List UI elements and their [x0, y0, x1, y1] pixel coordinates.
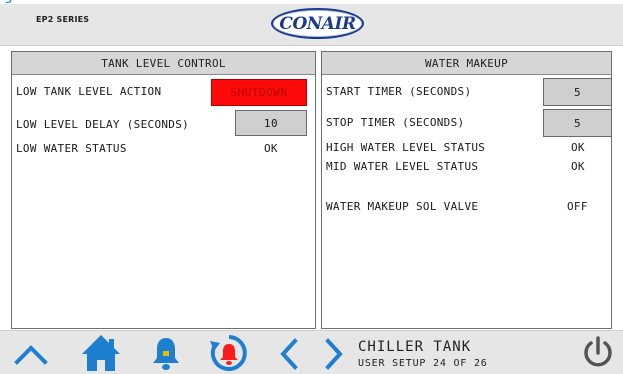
high-water-level-status-label: HIGH WATER LEVEL STATUS	[326, 141, 486, 154]
panel-title: TANK LEVEL CONTROL	[12, 52, 315, 75]
alarm-history-icon[interactable]	[208, 333, 250, 373]
mid-water-level-status-value: OK	[571, 160, 585, 173]
screen-title: CHILLER TANK	[358, 339, 472, 355]
low-level-delay-label: LOW LEVEL DELAY (SECONDS)	[16, 118, 190, 131]
stop-timer-label: STOP TIMER (SECONDS)	[326, 116, 465, 129]
low-water-status-value: OK	[264, 142, 278, 155]
series-label: EP2 SERIES	[36, 15, 90, 24]
power-icon[interactable]	[581, 335, 615, 371]
water-makeup-panel: WATER MAKEUP START TIMER (SECONDS) 5 STO…	[321, 51, 612, 329]
chevron-left-icon[interactable]	[278, 338, 300, 370]
chevron-up-icon[interactable]	[13, 342, 49, 366]
low-tank-level-action-label: LOW TANK LEVEL ACTION	[16, 85, 162, 98]
low-level-delay-input[interactable]: 10	[235, 110, 307, 136]
water-makeup-sol-valve-value: OFF	[567, 200, 588, 213]
top-title-fragment: g	[4, 0, 623, 3]
tank-level-control-panel: TANK LEVEL CONTROL LOW TANK LEVEL ACTION…	[11, 51, 316, 329]
water-makeup-sol-valve-label: WATER MAKEUP SOL VALVE	[326, 200, 479, 213]
panel-title: WATER MAKEUP	[322, 52, 611, 75]
low-water-status-label: LOW WATER STATUS	[16, 142, 127, 155]
screen-subtitle: USER SETUP 24 OF 26	[358, 358, 488, 369]
high-water-level-status-value: OK	[571, 141, 585, 154]
alarm-bell-icon[interactable]	[150, 335, 182, 371]
start-timer-label: START TIMER (SECONDS)	[326, 85, 472, 98]
mid-water-level-status-label: MID WATER LEVEL STATUS	[326, 160, 479, 173]
header-bar: EP2 SERIES CONAIR	[0, 4, 623, 46]
start-timer-input[interactable]: 5	[543, 78, 612, 106]
stop-timer-input[interactable]: 5	[543, 109, 612, 137]
conair-logo: CONAIR	[271, 8, 364, 39]
footer-nav-bar: CHILLER TANK USER SETUP 24 OF 26	[0, 330, 623, 374]
low-tank-level-action-button[interactable]: SHUTDOWN	[211, 79, 307, 106]
home-icon[interactable]	[80, 333, 122, 373]
chevron-right-icon[interactable]	[323, 338, 345, 370]
logo-text: CONAIR	[279, 13, 356, 34]
